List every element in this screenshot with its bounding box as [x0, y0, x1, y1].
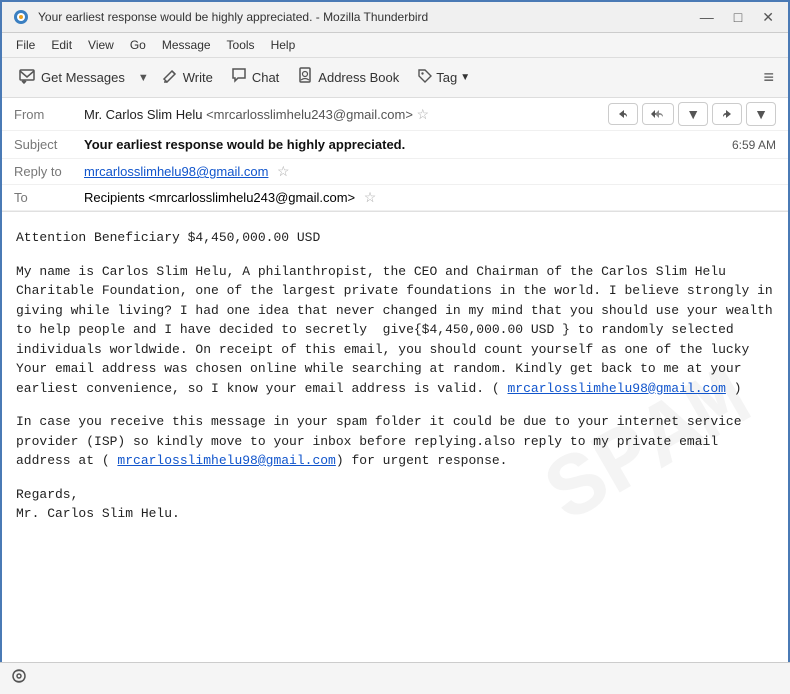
- from-label: From: [14, 107, 84, 122]
- forward-button[interactable]: [712, 103, 742, 125]
- from-star-icon[interactable]: ☆: [417, 106, 430, 122]
- to-recipients: Recipients <mrcarlosslimhelu243@gmail.co…: [84, 190, 355, 205]
- menu-edit[interactable]: Edit: [45, 36, 78, 54]
- get-messages-label: Get Messages: [41, 70, 125, 85]
- write-icon: [162, 67, 178, 88]
- status-bar: [0, 662, 790, 694]
- menu-go[interactable]: Go: [124, 36, 152, 54]
- subject-label: Subject: [14, 137, 84, 152]
- chat-icon: [231, 67, 247, 88]
- to-star-icon[interactable]: ☆: [364, 189, 377, 205]
- get-messages-button[interactable]: Get Messages: [10, 62, 133, 93]
- chat-label: Chat: [252, 70, 279, 85]
- from-email: <mrcarlosslimhelu243@gmail.com>: [206, 107, 413, 122]
- subject-row: Subject Your earliest response would be …: [2, 131, 788, 159]
- maximize-button[interactable]: □: [730, 9, 746, 26]
- menu-help[interactable]: Help: [265, 36, 302, 54]
- address-book-icon: [297, 67, 313, 88]
- toolbar: Get Messages ▼ Write Chat Address: [2, 58, 788, 98]
- write-button[interactable]: Write: [154, 63, 221, 92]
- email-header: From Mr. Carlos Slim Helu <mrcarlosslimh…: [2, 98, 788, 212]
- tag-icon: [417, 68, 433, 87]
- to-value: Recipients <mrcarlosslimhelu243@gmail.co…: [84, 189, 376, 206]
- tag-button[interactable]: Tag ▼: [409, 64, 478, 91]
- to-row: To Recipients <mrcarlosslimhelu243@gmail…: [2, 185, 788, 211]
- menu-tools[interactable]: Tools: [221, 36, 261, 54]
- from-section: From Mr. Carlos Slim Helu <mrcarlosslimh…: [2, 98, 788, 131]
- replyto-star-icon[interactable]: ☆: [277, 163, 290, 179]
- tag-dropdown-icon: ▼: [460, 72, 470, 83]
- window-controls[interactable]: — □ ✕: [696, 9, 778, 26]
- email-body: SPAM Attention Beneficiary $4,450,000.00…: [2, 212, 788, 686]
- address-book-button[interactable]: Address Book: [289, 63, 407, 92]
- menu-view[interactable]: View: [82, 36, 120, 54]
- body-attention: Attention Beneficiary $4,450,000.00 USD: [16, 228, 774, 248]
- email-time: 6:59 AM: [732, 138, 776, 152]
- address-book-label: Address Book: [318, 70, 399, 85]
- menu-file[interactable]: File: [10, 36, 41, 54]
- replyto-value: mrcarlosslimhelu98@gmail.com ☆: [84, 163, 290, 180]
- body-link-2[interactable]: mrcarlosslimhelu98@gmail.com: [117, 453, 335, 468]
- subject-value: Your earliest response would be highly a…: [84, 137, 732, 152]
- body-paragraph2: In case you receive this message in your…: [16, 412, 774, 471]
- get-messages-icon: [18, 66, 36, 89]
- minimize-button[interactable]: —: [696, 9, 718, 26]
- body-paragraph1: My name is Carlos Slim Helu, A philanthr…: [16, 262, 774, 399]
- from-value: Mr. Carlos Slim Helu <mrcarlosslimhelu24…: [84, 106, 596, 123]
- more-button[interactable]: ▼: [746, 102, 776, 126]
- replyto-row: Reply to mrcarlosslimhelu98@gmail.com ☆: [2, 159, 788, 185]
- app-icon: [12, 8, 30, 26]
- menu-message[interactable]: Message: [156, 36, 217, 54]
- body-closing: Regards,Mr. Carlos Slim Helu.: [16, 485, 774, 524]
- from-name: Mr. Carlos Slim Helu: [84, 107, 202, 122]
- status-icon: [10, 667, 28, 690]
- chat-button[interactable]: Chat: [223, 63, 287, 92]
- replyto-email: mrcarlosslimhelu98@gmail.com: [84, 164, 268, 179]
- title-bar: Your earliest response would be highly a…: [2, 2, 788, 33]
- write-label: Write: [183, 70, 213, 85]
- close-button[interactable]: ✕: [758, 9, 778, 26]
- reply-button[interactable]: [608, 103, 638, 125]
- more-actions-button[interactable]: ▼: [678, 102, 708, 126]
- window-title: Your earliest response would be highly a…: [38, 10, 696, 24]
- reply-all-button[interactable]: [642, 103, 674, 125]
- get-messages-dropdown[interactable]: ▼: [135, 68, 152, 88]
- tag-label: Tag: [436, 70, 457, 85]
- menu-bar: File Edit View Go Message Tools Help: [2, 33, 788, 58]
- reply-actions: ▼ ▼: [608, 98, 788, 130]
- hamburger-menu-button[interactable]: ≡: [757, 63, 780, 92]
- body-link-1[interactable]: mrcarlosslimhelu98@gmail.com: [507, 381, 725, 396]
- replyto-label: Reply to: [14, 164, 84, 179]
- to-label: To: [14, 190, 84, 205]
